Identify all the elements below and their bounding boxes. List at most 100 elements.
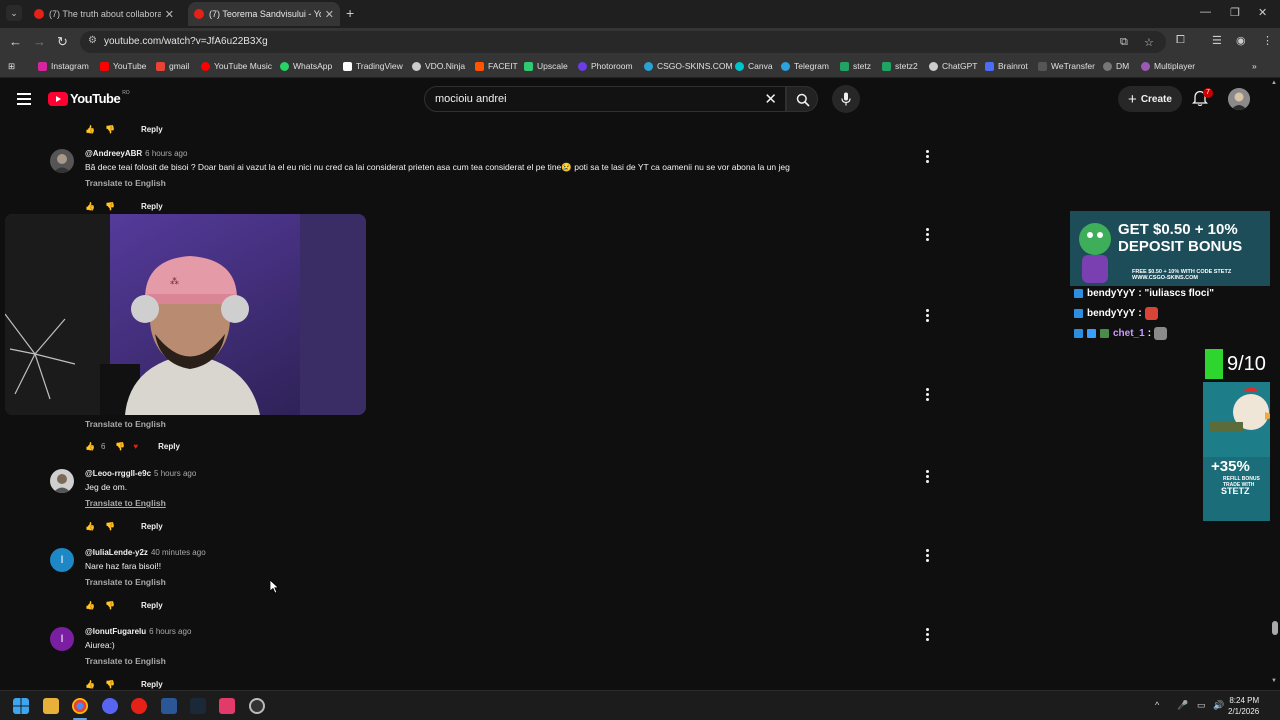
tab-search-button[interactable]: ⌄ — [6, 5, 22, 21]
bookmark-whatsapp[interactable]: WhatsApp — [280, 61, 332, 71]
minimize-button[interactable]: — — [1200, 6, 1211, 18]
reply-button[interactable]: Reply — [141, 522, 163, 531]
new-tab-button[interactable]: + — [346, 5, 354, 21]
like-icon[interactable]: 👍 — [85, 601, 95, 610]
dislike-icon[interactable]: 👎 — [105, 125, 115, 134]
reply-button[interactable]: Reply — [158, 442, 180, 451]
comment-menu-icon[interactable] — [926, 628, 930, 643]
bookmark-youtube-music[interactable]: YouTube Music — [201, 61, 272, 71]
youtube-logo[interactable]: YouTube RO — [48, 90, 130, 106]
translate-link[interactable]: Translate to English — [85, 498, 166, 508]
bookmark-multiplayer[interactable]: Multiplayer — [1141, 61, 1195, 71]
close-window-button[interactable]: ✕ — [1258, 6, 1267, 19]
bookmark-wetransfer[interactable]: WeTransfer — [1038, 61, 1095, 71]
like-icon[interactable]: 👍 — [85, 680, 95, 689]
create-button[interactable]: + Create — [1118, 86, 1182, 112]
bookmark-csgo-skins[interactable]: CSGO-SKINS.COM — [644, 61, 733, 71]
extensions-icon[interactable]: ⧠ — [1176, 34, 1185, 47]
close-tab-icon[interactable]: ✕ — [325, 8, 334, 21]
bookmark-dm[interactable]: DM — [1103, 61, 1129, 71]
restore-button[interactable]: ❐ — [1230, 6, 1240, 19]
comment-menu-icon[interactable] — [926, 388, 930, 403]
bookmark-instagram[interactable]: Instagram — [38, 61, 89, 71]
author-handle[interactable]: @AndreeyABR — [85, 149, 142, 158]
translate-link[interactable]: Translate to English — [85, 178, 166, 188]
like-icon[interactable]: 👍 — [85, 522, 95, 531]
scroll-down-arrow-icon[interactable]: ▼ — [1271, 678, 1277, 684]
reply-button[interactable]: Reply — [141, 680, 163, 689]
site-info-icon[interactable]: ⚙ — [88, 35, 97, 46]
translate-link[interactable]: Translate to English — [85, 577, 166, 587]
reload-button[interactable]: ↻ — [57, 34, 68, 50]
app-grid-icon[interactable] — [161, 698, 177, 714]
comment-menu-icon[interactable] — [926, 309, 930, 324]
avatar[interactable]: I — [50, 548, 74, 572]
comment-menu-icon[interactable] — [926, 549, 930, 564]
youtube-music-taskbar-icon[interactable] — [131, 698, 147, 714]
install-app-icon[interactable]: ⧉ — [1120, 36, 1128, 49]
scrollbar-thumb[interactable] — [1272, 621, 1278, 635]
author-handle[interactable]: @IonutFugarelu — [85, 627, 146, 636]
scroll-up-arrow-icon[interactable]: ▲ — [1271, 80, 1277, 86]
reading-list-icon[interactable]: ☰ — [1212, 34, 1222, 47]
bookmark-tradingview[interactable]: TradingView — [343, 61, 403, 71]
more-bookmarks-icon[interactable]: » — [1252, 61, 1257, 71]
avatar[interactable] — [50, 149, 74, 173]
dislike-icon[interactable]: 👎 — [115, 442, 125, 451]
bookmark-faceit[interactable]: FACEIT — [475, 61, 518, 71]
profile-icon[interactable]: ◉ — [1236, 34, 1246, 47]
clear-search-icon[interactable]: ✕ — [764, 90, 777, 108]
bookmark-brainrot[interactable]: Brainrot — [985, 61, 1028, 71]
bookmark-chatgpt[interactable]: ChatGPT — [929, 61, 977, 71]
like-icon[interactable]: 👍 — [85, 202, 95, 211]
steam-icon[interactable] — [190, 698, 206, 714]
like-icon[interactable]: 👍 — [85, 125, 95, 134]
chrome-icon[interactable] — [72, 698, 88, 714]
microphone-tray-icon[interactable]: 🎤 — [1177, 700, 1188, 711]
discord-icon[interactable] — [102, 698, 118, 714]
obs-icon[interactable] — [249, 698, 265, 714]
comment-menu-icon[interactable] — [926, 470, 930, 485]
bookmark-telegram[interactable]: Telegram — [781, 61, 829, 71]
bookmark-canva[interactable]: Canva — [735, 61, 773, 71]
bookmark-stetz2[interactable]: stetz2 — [882, 61, 918, 71]
close-tab-icon[interactable]: ✕ — [165, 8, 174, 21]
tiktok-icon[interactable] — [219, 698, 235, 714]
translate-link[interactable]: Translate to English — [85, 419, 166, 429]
reply-button[interactable]: Reply — [141, 601, 163, 610]
address-bar[interactable]: ⚙ youtube.com/watch?v=JfA6u22B3Xg ⧉ ☆ — [80, 31, 1166, 53]
dislike-icon[interactable]: 👎 — [105, 601, 115, 610]
forward-button[interactable]: → — [33, 34, 46, 49]
search-button[interactable] — [786, 86, 818, 112]
bookmark-youtube[interactable]: YouTube — [100, 61, 146, 71]
bookmark-vdo-ninja[interactable]: VDO.Ninja — [412, 61, 465, 71]
comment-time[interactable]: 5 hours ago — [154, 469, 196, 478]
browser-tab-active[interactable]: (7) Teorema Sandvisului - YouT ✕ — [188, 2, 340, 26]
search-input[interactable]: mocioiu andrei ✕ — [424, 86, 786, 112]
show-hidden-icons[interactable]: ^ — [1155, 700, 1159, 710]
dislike-icon[interactable]: 👎 — [105, 202, 115, 211]
dislike-icon[interactable]: 👎 — [105, 680, 115, 689]
account-avatar[interactable] — [1228, 88, 1250, 110]
bookmark-star-icon[interactable]: ☆ — [1144, 36, 1154, 49]
bookmark-photoroom[interactable]: Photoroom — [578, 61, 633, 71]
voice-search-button[interactable] — [832, 85, 860, 113]
comment-time[interactable]: 40 minutes ago — [151, 548, 206, 557]
page-scrollbar[interactable] — [1270, 78, 1280, 690]
author-handle[interactable]: @Leoo-rrggll-e9c — [85, 469, 151, 478]
guide-menu-icon[interactable] — [17, 93, 31, 108]
dislike-icon[interactable]: 👎 — [105, 522, 115, 531]
system-clock[interactable]: 8:24 PM 2/1/2026 — [1228, 695, 1259, 717]
network-icon[interactable]: ▭ — [1197, 700, 1206, 711]
comment-menu-icon[interactable] — [926, 150, 930, 165]
volume-icon[interactable]: 🔊 — [1213, 700, 1224, 711]
comment-time[interactable]: 6 hours ago — [145, 149, 187, 158]
bookmark-stetz[interactable]: stetz — [840, 61, 871, 71]
apps-grid-icon[interactable]: ⊞ — [8, 61, 15, 72]
windows-start-icon[interactable] — [13, 698, 29, 714]
comment-menu-icon[interactable] — [926, 228, 930, 243]
browser-tab[interactable]: (7) The truth about collaborati ✕ — [28, 2, 180, 26]
bookmark-gmail[interactable]: gmail — [156, 61, 189, 71]
reply-button[interactable]: Reply — [141, 202, 163, 211]
avatar[interactable] — [50, 469, 74, 493]
